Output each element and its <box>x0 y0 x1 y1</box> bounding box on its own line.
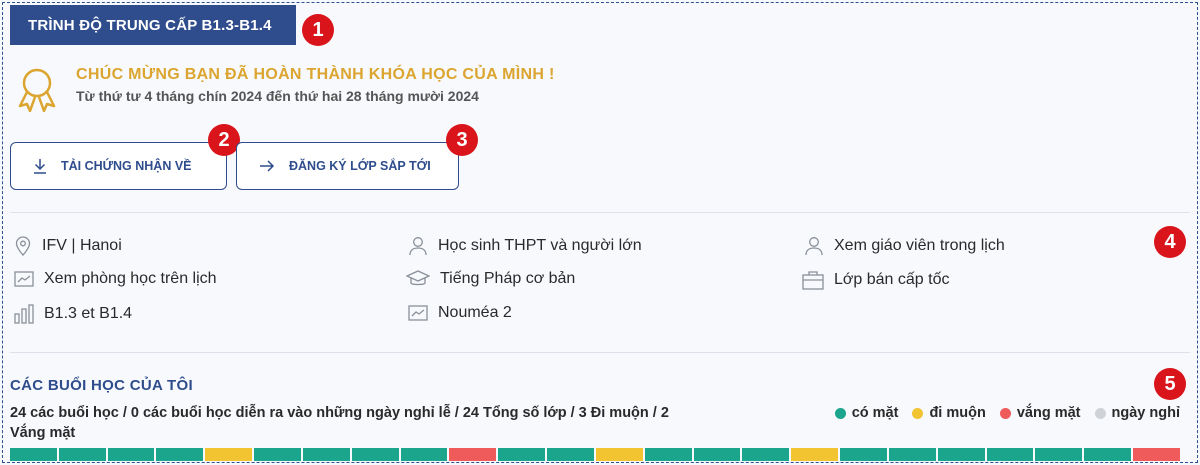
info-levels: B1.3 et B1.4 <box>14 304 132 324</box>
legend-label: vắng mặt <box>1016 405 1081 421</box>
arrow-right-icon <box>260 160 275 172</box>
session-segment-present[interactable] <box>1084 448 1132 461</box>
session-segment-present[interactable] <box>58 448 106 461</box>
register-next-class-label: ĐĂNG KÝ LỚP SẮP TỚI <box>289 159 431 173</box>
legend-item-holiday: ngày nghỉ <box>1094 405 1180 421</box>
download-certificate-button[interactable]: TẢI CHỨNG NHẬN VỀ <box>10 142 227 190</box>
session-segment-present[interactable] <box>986 448 1034 461</box>
session-segment-present[interactable] <box>254 448 301 461</box>
callout-badge-4: 4 <box>1154 226 1186 258</box>
room-calendar-icon <box>14 271 34 287</box>
session-segment-late[interactable] <box>791 448 839 461</box>
legend-dot-late <box>912 407 924 419</box>
session-segment-present[interactable] <box>10 448 57 461</box>
info-teacher-label: Xem giáo viên trong lịch <box>834 237 1005 254</box>
session-segment-present[interactable] <box>107 448 155 461</box>
session-segment-present[interactable] <box>351 448 399 461</box>
course-dates: Từ thứ tư 4 tháng chín 2024 đến thứ hai … <box>76 88 479 104</box>
info-room[interactable]: Xem phòng học trên lịch <box>14 270 217 288</box>
info-teacher[interactable]: Xem giáo viên trong lịch <box>804 236 1005 256</box>
teacher-icon <box>805 237 823 256</box>
classroom-icon <box>408 305 428 321</box>
info-classroom: Nouméa 2 <box>408 304 512 322</box>
info-levels-label: B1.3 et B1.4 <box>44 305 133 322</box>
session-segment-present[interactable] <box>1035 448 1083 461</box>
info-location: IFV | Hanoi <box>14 236 122 256</box>
session-segment-present[interactable] <box>937 448 985 461</box>
sessions-attendance-bar <box>10 448 1180 461</box>
divider <box>10 352 1190 353</box>
session-segment-absent[interactable] <box>1133 448 1180 461</box>
info-audience: Học sinh THPT và người lớn <box>408 236 642 256</box>
callout-badge-1: 1 <box>302 14 334 46</box>
info-course-type: Tiếng Pháp cơ bản <box>406 270 575 288</box>
legend-label: đi muộn <box>929 405 986 421</box>
info-classroom-label: Nouméa 2 <box>438 304 512 321</box>
medal-icon <box>18 68 56 112</box>
user-icon <box>409 237 427 256</box>
sessions-title: CÁC BUỔI HỌC CỦA TÔI <box>10 377 193 394</box>
bar-levels-icon <box>14 304 34 324</box>
info-room-label: Xem phòng học trên lịch <box>44 270 217 287</box>
info-class-format: Lớp bán cấp tốc <box>802 270 949 290</box>
session-segment-absent[interactable] <box>449 448 497 461</box>
download-icon <box>34 159 46 174</box>
info-audience-label: Học sinh THPT và người lớn <box>438 237 642 254</box>
divider <box>10 212 1190 213</box>
register-next-class-button[interactable]: ĐĂNG KÝ LỚP SẮP TỚI <box>236 142 459 190</box>
session-segment-present[interactable] <box>400 448 448 461</box>
callout-badge-5: 5 <box>1154 368 1186 400</box>
session-segment-present[interactable] <box>742 448 790 461</box>
info-class-format-label: Lớp bán cấp tốc <box>834 271 950 288</box>
session-segment-late[interactable] <box>205 448 253 461</box>
legend-dot-absent <box>999 407 1011 419</box>
session-segment-present[interactable] <box>547 448 594 461</box>
info-course-type-label: Tiếng Pháp cơ bản <box>440 270 576 287</box>
sessions-summary: 24 các buổi học / 0 các buổi học diễn ra… <box>10 405 669 441</box>
callout-badge-3: 3 <box>446 124 478 156</box>
info-location-label: IFV | Hanoi <box>42 237 122 254</box>
legend-label: ngày nghỉ <box>1111 405 1180 421</box>
download-certificate-label: TẢI CHỨNG NHẬN VỀ <box>61 159 192 173</box>
session-segment-present[interactable] <box>302 448 350 461</box>
attendance-legend: có mặt đi muộn vắng mặt ngày nghỉ <box>834 405 1180 421</box>
congrats-title: CHÚC MỪNG BẠN ĐÃ HOÀN THÀNH KHÓA HỌC CỦA… <box>76 66 555 83</box>
legend-dot-holiday <box>1094 407 1106 419</box>
course-level-tag: TRÌNH ĐỘ TRUNG CẤP B1.3-B1.4 <box>10 5 296 45</box>
legend-label: có mặt <box>851 405 899 421</box>
session-segment-present[interactable] <box>888 448 936 461</box>
session-segment-present[interactable] <box>644 448 692 461</box>
session-segment-present[interactable] <box>156 448 204 461</box>
legend-item-absent: vắng mặt <box>999 405 1081 421</box>
session-segment-present[interactable] <box>693 448 741 461</box>
session-segment-present[interactable] <box>498 448 546 461</box>
session-segment-late[interactable] <box>595 448 643 461</box>
legend-item-late: đi muộn <box>912 405 986 421</box>
session-segment-present[interactable] <box>840 448 887 461</box>
briefcase-icon <box>802 271 824 290</box>
legend-dot-present <box>834 407 846 419</box>
legend-item-present: có mặt <box>834 405 899 421</box>
graduation-cap-icon <box>406 270 430 286</box>
location-pin-icon <box>15 236 31 256</box>
